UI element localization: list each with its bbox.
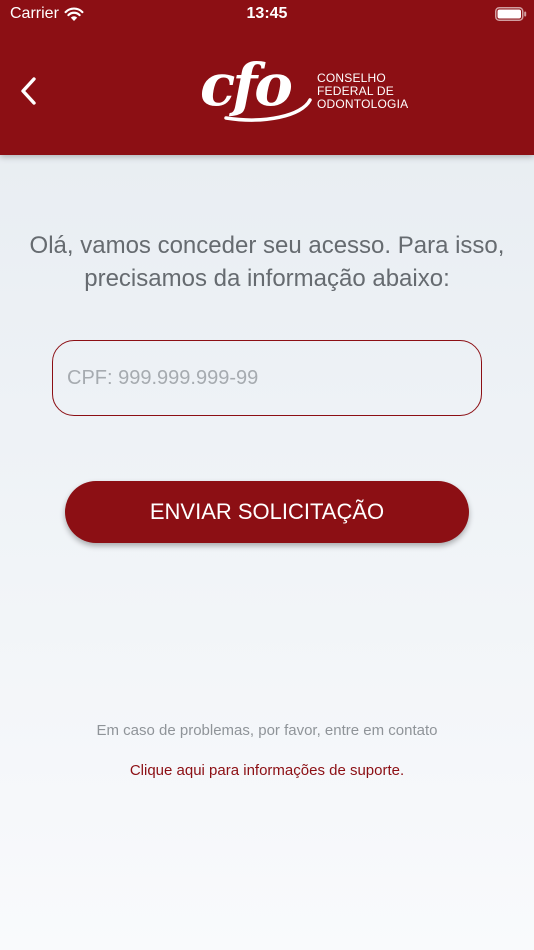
support-link[interactable]: Clique aqui para informações de suporte.: [0, 762, 534, 779]
status-bar: Carrier 13:45: [0, 0, 534, 30]
send-request-button[interactable]: ENVIAR SOLICITAÇÃO: [65, 481, 469, 543]
battery-icon: [495, 7, 527, 21]
logo-line: ODONTOLOGIA: [317, 97, 409, 111]
back-chevron-icon[interactable]: [18, 76, 40, 106]
clock: 13:45: [246, 5, 288, 22]
app-header: Carrier 13:45 cfo CONSELHO FEDERAL DE OD…: [0, 0, 534, 155]
instruction-heading: Olá, vamos conceder seu acesso. Para iss…: [29, 232, 505, 292]
help-text: Em caso de problemas, por favor, entre e…: [96, 722, 438, 739]
cfo-logo: cfo: [200, 52, 312, 124]
logo-text: CONSELHO FEDERAL DE ODONTOLOGIA: [317, 72, 408, 111]
logo-swoosh-icon: [224, 98, 312, 122]
cpf-input[interactable]: [52, 340, 482, 416]
